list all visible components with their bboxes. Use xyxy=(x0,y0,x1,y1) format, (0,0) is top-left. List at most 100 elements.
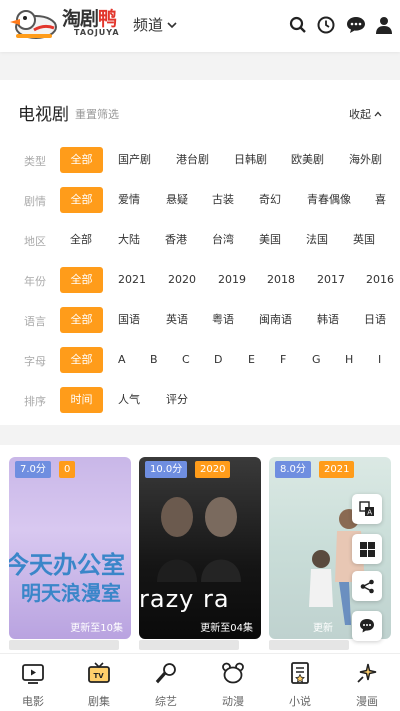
filter-option[interactable]: C xyxy=(182,347,190,373)
filter-option[interactable]: E xyxy=(248,347,255,373)
nav-tv[interactable]: TV 剧集 xyxy=(66,661,132,709)
translate-button[interactable]: A xyxy=(352,494,382,524)
filter-option[interactable]: G xyxy=(312,347,321,373)
filter-option[interactable]: 评分 xyxy=(166,387,188,413)
filter-option[interactable]: 香港 xyxy=(165,227,187,253)
filter-row: 排序 时间 人气 评分 xyxy=(0,387,400,413)
filter-option[interactable]: 韩语 xyxy=(317,307,339,333)
search-icon[interactable] xyxy=(287,14,309,36)
filter-row-label: 年份 xyxy=(24,275,46,288)
nav-label: 综艺 xyxy=(155,695,177,708)
svg-text:TV: TV xyxy=(94,672,105,680)
user-icon[interactable] xyxy=(373,14,395,36)
sparkle-icon xyxy=(357,663,377,683)
filter-option[interactable]: 国产剧 xyxy=(118,147,151,173)
filter-option[interactable]: D xyxy=(214,347,222,373)
nav-movie[interactable]: 电影 xyxy=(0,661,66,709)
filter-option[interactable]: 全部 xyxy=(70,227,92,253)
filter-row-label: 字母 xyxy=(24,355,46,368)
filter-option[interactable]: 悬疑 xyxy=(166,187,188,213)
reset-filter-button[interactable]: 重置筛选 xyxy=(75,106,119,122)
filter-option[interactable]: 2017 xyxy=(317,267,345,293)
top-bar: 淘剧鸭 TAOJUYA 频道 xyxy=(0,0,400,52)
nav-novel[interactable]: 小说 xyxy=(267,661,333,709)
filter-row-label: 类型 xyxy=(24,155,46,168)
filter-option[interactable]: 法国 xyxy=(306,227,328,253)
nav-variety[interactable]: 综艺 xyxy=(133,661,199,709)
filter-option[interactable]: 喜 xyxy=(375,187,386,213)
chat-button[interactable] xyxy=(352,611,382,641)
filter-option[interactable]: H xyxy=(345,347,353,373)
nav-anime[interactable]: 动漫 xyxy=(200,661,266,709)
channel-label: 频道 xyxy=(133,16,164,34)
filter-option[interactable]: 日语 xyxy=(364,307,386,333)
filter-option[interactable]: 大陆 xyxy=(118,227,140,253)
filter-option[interactable]: 英语 xyxy=(166,307,188,333)
filter-option[interactable]: 2020 xyxy=(168,267,196,293)
microphone-icon xyxy=(155,663,176,684)
filter-option[interactable]: 人气 xyxy=(118,387,140,413)
poster-text: razy ra xyxy=(139,585,230,613)
chat-icon xyxy=(360,619,374,633)
filter-row: 地区 全部 大陆 香港 台湾 美国 法国 英国 xyxy=(0,227,400,253)
filter-option[interactable]: 全部 xyxy=(60,307,103,333)
filter-option[interactable]: 日韩剧 xyxy=(234,147,267,173)
year-badge: 2021 xyxy=(319,461,355,478)
episode-status: 更新 xyxy=(313,623,333,634)
filter-option[interactable]: 奇幻 xyxy=(259,187,281,213)
filter-option[interactable]: 粤语 xyxy=(212,307,234,333)
filter-option[interactable]: 美国 xyxy=(259,227,281,253)
filter-option[interactable]: 全部 xyxy=(60,187,103,213)
tv-icon: TV xyxy=(88,662,110,683)
history-icon[interactable] xyxy=(315,14,337,36)
filter-option[interactable]: F xyxy=(280,347,286,373)
title-placeholder xyxy=(9,640,119,650)
app-logo[interactable]: 淘剧鸭 TAOJUYA xyxy=(8,2,119,46)
filter-option[interactable]: 2016 xyxy=(366,267,394,293)
nav-label: 电影 xyxy=(22,695,44,708)
filter-row-label: 语言 xyxy=(24,315,46,328)
collapse-label: 收起 xyxy=(349,108,371,121)
filter-option[interactable]: 英国 xyxy=(353,227,375,253)
filter-option[interactable]: 国语 xyxy=(118,307,140,333)
nav-comic[interactable]: 漫画 xyxy=(334,661,400,709)
filter-option[interactable]: 青春偶像 xyxy=(307,187,351,213)
filter-option[interactable]: 全部 xyxy=(60,147,103,173)
filter-option[interactable]: B xyxy=(150,347,158,373)
filter-option[interactable]: 古装 xyxy=(212,187,234,213)
video-card[interactable]: 今天办公室 明天浪漫室 7.0分 0 更新至10集 xyxy=(9,457,131,639)
filter-option[interactable]: 全部 xyxy=(60,267,103,293)
filter-row: 剧情 全部 爱情 悬疑 古装 奇幻 青春偶像喜 xyxy=(0,187,400,213)
channel-dropdown[interactable]: 频道 xyxy=(133,14,177,35)
translate-icon: A xyxy=(359,501,374,517)
filter-row: 字母 全部 A B C D E F G H I xyxy=(0,347,400,373)
filter-option[interactable]: 爱情 xyxy=(118,187,140,213)
filter-option[interactable]: 海外剧 xyxy=(349,147,382,173)
svg-text:A: A xyxy=(367,509,372,517)
filter-option[interactable]: 2019 xyxy=(218,267,246,293)
filter-option[interactable]: 欧美剧 xyxy=(291,147,324,173)
poster-text: 今天办公室 xyxy=(9,551,125,579)
message-icon[interactable] xyxy=(345,14,367,36)
filter-option[interactable]: 台湾 xyxy=(212,227,234,253)
nav-label: 动漫 xyxy=(222,695,244,708)
book-icon xyxy=(291,662,309,684)
share-icon xyxy=(360,579,374,593)
filter-row: 年份 全部 2021 2020 2019 2018 2017 2016 xyxy=(0,267,400,293)
filter-row: 语言 全部 国语 英语 粤语 闽南语 韩语 日语 xyxy=(0,307,400,333)
filter-option[interactable]: I xyxy=(378,347,381,373)
collapse-button[interactable]: 收起 xyxy=(349,106,382,122)
video-card[interactable]: razy ra 10.0分 2020 更新至04集 xyxy=(139,457,261,639)
episode-status: 更新至04集 xyxy=(200,623,253,634)
filter-option[interactable]: 全部 xyxy=(60,347,103,373)
share-button[interactable] xyxy=(352,571,382,601)
filter-row-label: 地区 xyxy=(24,235,46,248)
filter-option[interactable]: 港台剧 xyxy=(176,147,209,173)
filter-option[interactable]: A xyxy=(118,347,126,373)
filter-option[interactable]: 闽南语 xyxy=(259,307,292,333)
filter-option[interactable]: 时间 xyxy=(60,387,103,413)
windows-button[interactable] xyxy=(352,534,382,564)
chevron-down-icon xyxy=(167,21,177,28)
filter-option[interactable]: 2021 xyxy=(118,267,146,293)
filter-option[interactable]: 2018 xyxy=(267,267,295,293)
